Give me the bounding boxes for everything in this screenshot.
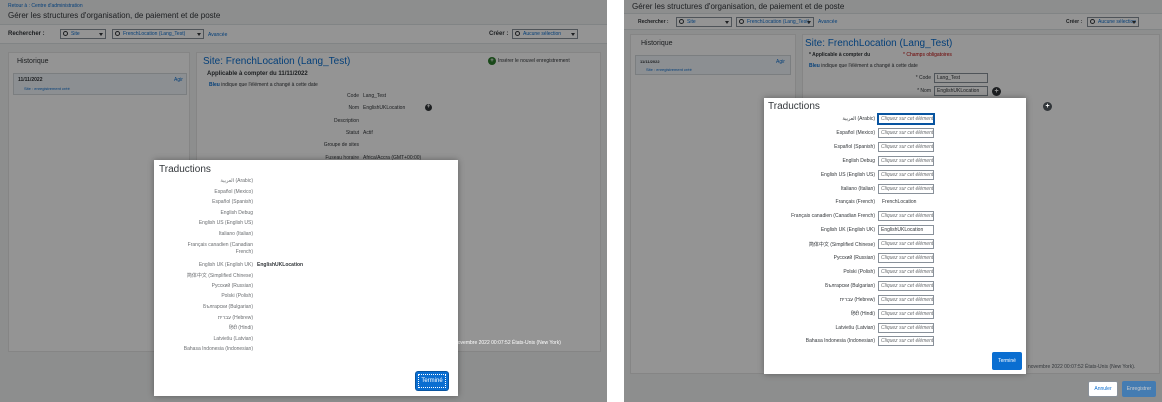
translations-dialog: Traductions العربية (Arabic) Español (Mex… (154, 160, 458, 396)
translation-row: 简体中文 (Simplified Chinese) Cliquez sur cet… (764, 239, 1024, 250)
translation-input[interactable]: Cliquez sur cet élément p (878, 155, 934, 166)
translation-input[interactable]: EnglishUKLocation (878, 225, 934, 236)
done-button[interactable]: Terminé (992, 352, 1022, 370)
translation-language: Italiano (Italian) (840, 185, 875, 192)
left-screenshot: Retour à : Centre d'administration Gérer… (0, 0, 607, 402)
translation-language: हिंदी (Hindi) (850, 310, 875, 317)
translation-language: Français (French) (835, 199, 875, 206)
translation-language: Français canadien (Canadian (187, 241, 253, 248)
translation-language: English UK (English UK) (198, 261, 253, 268)
translation-language: English US (English US) (820, 171, 875, 178)
right-screenshot: Gérer les structures d'organisation, de … (624, 0, 1162, 402)
translation-row: Български (Bulgarian) Cliquez sur cet élé… (764, 280, 1024, 292)
translation-row: 简体中文 (Simplified Chinese) (154, 272, 454, 282)
translation-row: Bahasa Indonesia (Indonesian) Cliquez sur… (764, 336, 1024, 347)
translation-language: Bahasa Indonesia (Indonesian) (805, 338, 875, 345)
translation-language: Русский (Russian) (833, 255, 875, 261)
translation-row: Русский (Russian) (154, 283, 454, 293)
translation-row: English US (English US) Cliquez sur cet é… (764, 169, 1024, 181)
translation-language: Polski (Polish) (843, 268, 875, 275)
translation-language: Latviešu (Latvian) (835, 324, 875, 331)
translation-language: עברית (Hebrew) (217, 314, 253, 321)
translation-input[interactable]: Cliquez sur cet élément p (878, 127, 934, 138)
translation-language: Español (Spanish) (834, 143, 875, 150)
translation-row: Español (Spanish) Cliquez sur cet élément… (764, 141, 1024, 153)
translation-language: English US (English US) (198, 220, 253, 227)
translation-input[interactable]: Cliquez sur cet élément p (878, 169, 934, 180)
translation-row: Español (Mexico) Cliquez sur cet élément … (764, 127, 1024, 139)
translation-input[interactable]: Cliquez sur cet élément p (878, 211, 934, 222)
translation-row: Français (French) FrenchLocation (764, 197, 1024, 208)
translate-icon-2: + (1043, 102, 1052, 111)
translation-input[interactable]: Cliquez sur cet élément p (878, 253, 934, 263)
translation-row: हिंदी (Hindi) Cliquez sur cet élément p (764, 308, 1024, 320)
footer-text: novembre 2022 00:07:52 États-Unis (New Y… (1028, 364, 1136, 370)
translation-language: Español (Spanish) (212, 199, 253, 206)
translation-row: Русский (Russian) Cliquez sur cet élément… (764, 253, 1024, 264)
translation-language: Français canadien (Canadian French) (791, 213, 875, 220)
translation-input[interactable]: Cliquez sur cet élément p (878, 280, 934, 291)
translation-row: Polski (Polish) Cliquez sur cet élément p (764, 266, 1024, 278)
translation-language: हिंदी (Hindi) (228, 325, 253, 332)
translation-row: Italiano (Italian) Cliquez sur cet élémen… (764, 183, 1024, 195)
translation-language: Русский (Russian) (211, 282, 253, 289)
translation-language: English Debug (220, 209, 253, 216)
done-button[interactable]: Terminé (416, 372, 448, 390)
translation-language: English UK (English UK) (820, 227, 875, 234)
translation-input[interactable]: Cliquez sur cet élément p (878, 336, 934, 347)
translation-row: English Debug Cliquez sur cet élément p (764, 155, 1024, 167)
translation-input[interactable]: Cliquez sur cet élément p (878, 239, 934, 250)
translation-row: Français canadien (Canadian French) (154, 242, 454, 260)
translation-language: Bahasa Indonesia (Indonesian) (183, 346, 253, 353)
translation-input[interactable]: Cliquez sur cet élément p (878, 141, 934, 152)
translations-dialog: Traductions العربية (Arabic) Cliquez sur … (764, 98, 1026, 374)
translation-row: Latviešu (Latvian) Cliquez sur cet élémen… (764, 322, 1024, 334)
translation-input[interactable]: Cliquez sur cet élément p (878, 294, 934, 305)
translation-language: Español (Mexico) (214, 188, 253, 195)
translation-value: EnglishUKLocation (257, 261, 304, 268)
translation-row: English UK (English UK) EnglishUKLocation (764, 225, 1024, 236)
translation-row: हिंदी (Hindi) (154, 325, 454, 335)
translation-row: English Debug (154, 210, 454, 220)
translation-row: Български (Bulgarian) (154, 304, 454, 314)
translation-row: Español (Spanish) (154, 199, 454, 209)
translation-value: FrenchLocation (882, 199, 917, 206)
translation-language: עברית (Hebrew) (839, 296, 875, 303)
translation-row: Bahasa Indonesia (Indonesian) (154, 346, 454, 356)
translation-input[interactable]: Cliquez sur cet élément p (878, 322, 934, 333)
translation-language: العربية (Arabic) (842, 116, 875, 122)
cancel-button[interactable]: Annuler (1088, 381, 1118, 397)
translation-language: Polski (Polish) (221, 293, 253, 300)
translation-language: العربية (Arabic) (220, 178, 253, 184)
translation-row: العربية (Arabic) Cliquez sur cet élément … (764, 114, 1024, 125)
translation-language: Български (Bulgarian) (825, 282, 875, 289)
translation-row: English UK (English UK) EnglishUKLocation (154, 262, 454, 272)
translation-language: Български (Bulgarian) (203, 304, 253, 310)
dialog-title: Traductions (159, 164, 211, 175)
translation-row: Italiano (Italian) (154, 231, 454, 241)
translation-language-cont: French) (235, 248, 253, 255)
translation-language: 简体中文 (Simplified Chinese) (808, 242, 875, 249)
translation-language: English Debug (842, 157, 875, 164)
translation-row: Español (Mexico) (154, 189, 454, 199)
translation-row: Latviešu (Latvian) (154, 336, 454, 346)
save-button[interactable]: Enregistrer (1122, 381, 1156, 397)
translation-row: العربية (Arabic) (154, 178, 454, 188)
translation-language: Español (Mexico) (836, 129, 875, 136)
translation-row: Français canadien (Canadian French) Cliqu… (764, 211, 1024, 222)
translation-input[interactable]: Cliquez sur cet élément p (878, 114, 934, 124)
translation-row: עברית (Hebrew) Cliquez sur cet élément p (764, 294, 1024, 306)
translation-input[interactable]: Cliquez sur cet élément p (878, 266, 934, 277)
translation-language: Italiano (Italian) (218, 231, 253, 237)
translation-row: English US (English US) (154, 220, 454, 230)
translation-input[interactable]: Cliquez sur cet élément p (878, 308, 934, 319)
translation-input[interactable]: Cliquez sur cet élément p (878, 183, 934, 194)
translation-row: עברית (Hebrew) (154, 315, 454, 325)
translation-language: Latviešu (Latvian) (213, 335, 253, 342)
dialog-title: Traductions (768, 101, 820, 112)
translation-row: Polski (Polish) (154, 293, 454, 303)
translation-language: 简体中文 (Simplified Chinese) (186, 273, 253, 280)
footer-text: novembre 2022 00:07:52 États-Unis (New Y… (455, 340, 561, 346)
